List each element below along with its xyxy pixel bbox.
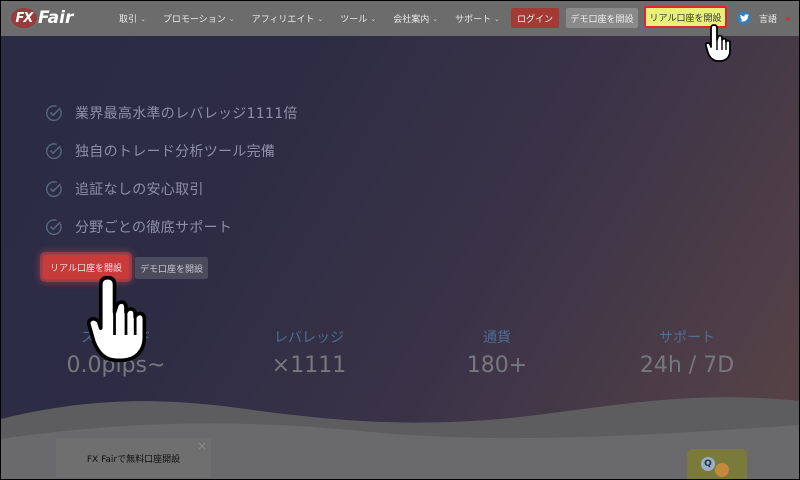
- nav-item-trade[interactable]: 取引 ⌄: [119, 12, 146, 26]
- stat-currencies: 通貨 180+: [442, 327, 552, 378]
- answer-bubble-icon: [715, 463, 729, 477]
- hand-pointer-icon: [87, 275, 147, 363]
- chat-support-icon[interactable]: Q: [687, 449, 747, 479]
- hand-pointer-icon: [705, 24, 731, 62]
- feature-item: 業界最高水準のレバレッジ1111倍: [45, 103, 298, 122]
- check-circle-icon: [46, 104, 62, 121]
- feature-text: 独自のトレード分析ツール完備: [75, 143, 276, 160]
- nav-item-company[interactable]: 会社案内 ⌄: [393, 12, 439, 26]
- stat-value: ×1111: [271, 353, 347, 378]
- logo-text: Fair: [38, 8, 74, 28]
- site-logo[interactable]: FX Fair: [11, 7, 73, 29]
- chevron-down-icon: ⌄: [494, 14, 500, 23]
- feature-text: 分野ごとの徹底サポート: [75, 219, 233, 236]
- feature-item: 追証なしの安心取引: [45, 179, 298, 198]
- check-circle-icon: [46, 218, 62, 235]
- feature-item: 分野ごとの徹底サポート: [45, 217, 298, 236]
- close-icon[interactable]: ×: [197, 439, 207, 453]
- nav-item-affiliate[interactable]: アフィリエイト ⌄: [252, 12, 324, 26]
- login-button[interactable]: ログイン: [511, 8, 559, 28]
- check-circle-icon: [46, 180, 62, 197]
- stat-label: 通貨: [483, 330, 511, 346]
- feature-text: 追証なしの安心取引: [75, 181, 204, 198]
- stat-label: レバレッジ: [274, 330, 344, 346]
- chevron-down-icon: ⌄: [140, 14, 146, 23]
- logo-mark: FX: [11, 8, 37, 28]
- site-header: FX Fair 取引 ⌄ プロモーション ⌄ アフィリエイト ⌄ ツール ⌄ 会社案内 ⌄…: [1, 1, 799, 36]
- feature-text: 業界最高水準のレバレッジ1111倍: [75, 105, 298, 122]
- open-demo-account-button[interactable]: デモ口座を開設: [566, 8, 638, 28]
- chevron-down-icon: ⌄: [317, 14, 324, 23]
- stat-support: サポート 24h / 7D: [632, 327, 742, 378]
- nav-item-support[interactable]: サポート ⌄: [455, 12, 500, 26]
- twitter-icon[interactable]: [737, 11, 751, 25]
- stat-value: 24h / 7D: [639, 353, 735, 378]
- main-nav: 取引 ⌄ プロモーション ⌄ アフィリエイト ⌄ ツール ⌄ 会社案内 ⌄ サポート ⌄: [119, 12, 517, 26]
- chevron-down-icon: ⌄: [432, 14, 439, 23]
- stat-leverage: レバレッジ ×1111: [254, 327, 364, 378]
- stat-value: 180+: [466, 353, 528, 378]
- feature-list: 業界最高水準のレバレッジ1111倍 独自のトレード分析ツール完備 追証なしの安心…: [45, 103, 298, 255]
- chevron-down-icon: ⌄: [228, 14, 235, 23]
- language-indicator-dot: [786, 17, 790, 21]
- nav-item-tools[interactable]: ツール ⌄: [340, 12, 377, 26]
- question-bubble-icon: Q: [701, 457, 715, 471]
- check-circle-icon: [46, 142, 62, 159]
- browser-frame: FX Fair 取引 ⌄ プロモーション ⌄ アフィリエイト ⌄ ツール ⌄ 会社案内 ⌄…: [0, 0, 800, 480]
- language-selector[interactable]: 言語: [759, 12, 777, 25]
- promo-banner[interactable]: FX Fairで無料口座開設: [56, 438, 211, 478]
- feature-item: 独自のトレード分析ツール完備: [45, 141, 298, 160]
- nav-item-promotion[interactable]: プロモーション ⌄: [163, 12, 235, 26]
- chevron-down-icon: ⌄: [370, 14, 377, 23]
- stat-label: サポート: [659, 330, 715, 346]
